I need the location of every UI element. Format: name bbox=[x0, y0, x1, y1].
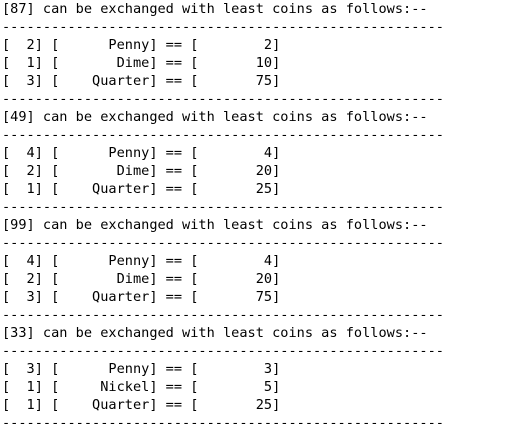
separator-line: ----------------------------------------… bbox=[2, 307, 444, 323]
separator-line: ----------------------------------------… bbox=[2, 343, 444, 359]
coin-row: [ 3] [ Penny] == [ 3] bbox=[2, 361, 281, 377]
coin-block-87: [87] can be exchanged with least coins a… bbox=[2, 0, 507, 108]
block-header: [49] can be exchanged with least coins a… bbox=[2, 109, 428, 125]
block-header: [99] can be exchanged with least coins a… bbox=[2, 217, 428, 233]
coin-block-33: [33] can be exchanged with least coins a… bbox=[2, 324, 507, 432]
coin-row: [ 2] [ Penny] == [ 2] bbox=[2, 37, 281, 53]
block-header: [87] can be exchanged with least coins a… bbox=[2, 1, 428, 17]
coin-row: [ 4] [ Penny] == [ 4] bbox=[2, 145, 281, 161]
separator-line: ----------------------------------------… bbox=[2, 415, 444, 431]
coin-row: [ 2] [ Dime] == [ 20] bbox=[2, 271, 281, 287]
separator-line: ----------------------------------------… bbox=[2, 235, 444, 251]
separator-line: ----------------------------------------… bbox=[2, 91, 444, 107]
separator-line: ----------------------------------------… bbox=[2, 127, 444, 143]
coin-row: [ 3] [ Quarter] == [ 75] bbox=[2, 73, 281, 89]
coin-row: [ 1] [ Nickel] == [ 5] bbox=[2, 379, 281, 395]
coin-row: [ 1] [ Dime] == [ 10] bbox=[2, 55, 281, 71]
coin-row: [ 1] [ Quarter] == [ 25] bbox=[2, 397, 281, 413]
separator-line: ----------------------------------------… bbox=[2, 19, 444, 35]
terminal-output: [87] can be exchanged with least coins a… bbox=[0, 0, 507, 432]
coin-row: [ 4] [ Penny] == [ 4] bbox=[2, 253, 281, 269]
coin-block-49: [49] can be exchanged with least coins a… bbox=[2, 108, 507, 216]
block-header: [33] can be exchanged with least coins a… bbox=[2, 325, 428, 341]
coin-block-99: [99] can be exchanged with least coins a… bbox=[2, 216, 507, 324]
coin-row: [ 3] [ Quarter] == [ 75] bbox=[2, 289, 281, 305]
coin-row: [ 2] [ Dime] == [ 20] bbox=[2, 163, 281, 179]
coin-row: [ 1] [ Quarter] == [ 25] bbox=[2, 181, 281, 197]
separator-line: ----------------------------------------… bbox=[2, 199, 444, 215]
